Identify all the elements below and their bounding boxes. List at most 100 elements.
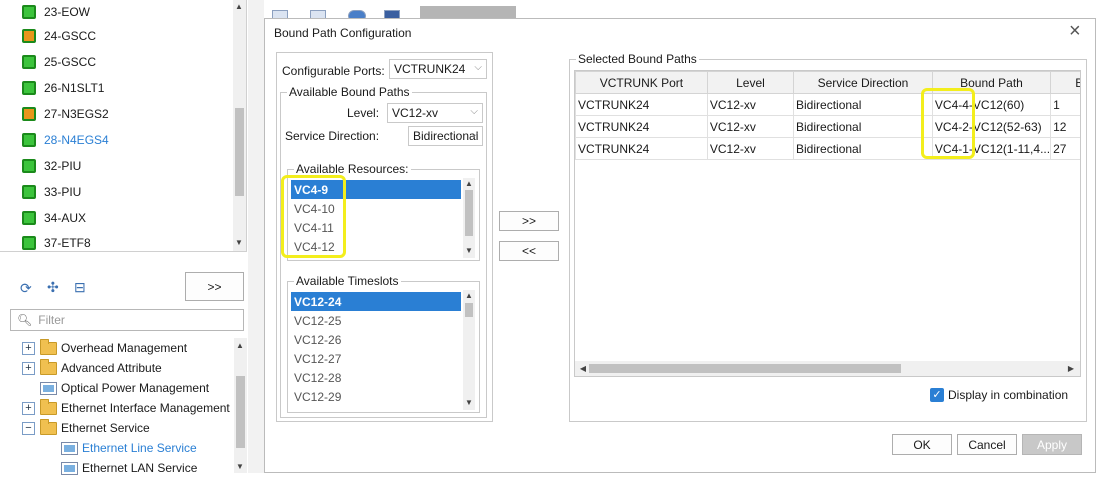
list-item[interactable]: VC12-26 bbox=[291, 330, 461, 349]
chevron-down-icon: ⌵ bbox=[470, 106, 478, 117]
tree-node[interactable]: + Overhead Management bbox=[22, 338, 187, 358]
level-label: Level: bbox=[347, 106, 380, 120]
collapse-icon[interactable]: − bbox=[22, 421, 35, 435]
board-item[interactable]: 26-N1SLT1 bbox=[22, 78, 104, 98]
tree-scrollbar[interactable]: ▲ ▼ bbox=[234, 338, 247, 473]
list-item[interactable]: VC12-30 bbox=[291, 406, 461, 411]
list-item[interactable]: VC12-28 bbox=[291, 368, 461, 387]
configurable-ports-select[interactable]: VCTRUNK24 ⌵ bbox=[389, 59, 487, 79]
filter-field[interactable]: 🔍︎ Filter bbox=[10, 309, 244, 331]
splitter[interactable] bbox=[248, 0, 264, 473]
table-cell: VCTRUNK24 bbox=[575, 93, 708, 116]
function-tree: + Overhead Management + Advanced Attribute O… bbox=[0, 336, 247, 475]
list-item[interactable]: VC12-25 bbox=[291, 311, 461, 330]
scroll-up-icon[interactable]: ▲ bbox=[463, 179, 475, 189]
table-row[interactable]: VCTRUNK24 VC12-xv Bidirectional VC4-4-VC12(… bbox=[575, 93, 1080, 116]
tree-node[interactable]: + Advanced Attribute bbox=[22, 358, 162, 378]
expand-icon[interactable]: + bbox=[22, 401, 35, 415]
board-status-icon bbox=[22, 236, 36, 250]
scroll-down-icon[interactable]: ▼ bbox=[234, 462, 246, 472]
board-item[interactable]: 23-EOW bbox=[22, 2, 90, 22]
cancel-button[interactable]: Cancel bbox=[957, 434, 1017, 455]
tree-toolbar: ⟳ ✣ ⊟ >> bbox=[0, 262, 247, 312]
selected-paths-table-wrap: VCTRUNK Port Level Service Direction Bound … bbox=[574, 70, 1081, 377]
scroll-down-icon[interactable]: ▼ bbox=[233, 238, 245, 248]
scroll-right-icon[interactable]: ▶ bbox=[1065, 364, 1077, 374]
scroll-thumb[interactable] bbox=[235, 108, 244, 196]
close-icon[interactable]: × bbox=[1069, 20, 1081, 43]
tree-node[interactable]: Ethernet LAN Service bbox=[61, 458, 197, 478]
board-status-icon bbox=[22, 159, 36, 173]
configurable-ports-value: VCTRUNK24 bbox=[394, 62, 466, 76]
tree-node-label: Ethernet Interface Management bbox=[61, 401, 230, 415]
available-resources-title: Available Resources: bbox=[294, 162, 411, 176]
table-row[interactable]: VCTRUNK24 VC12-xv Bidirectional VC4-2-VC12(… bbox=[575, 115, 1080, 138]
tree-node[interactable]: − Ethernet Service bbox=[22, 418, 150, 438]
apply-button[interactable]: Apply bbox=[1022, 434, 1082, 455]
scroll-left-icon[interactable]: ◀ bbox=[577, 364, 589, 374]
display-in-combination-checkbox[interactable]: ✓ bbox=[930, 388, 944, 402]
board-status-icon bbox=[22, 133, 36, 147]
column-header[interactable]: Level bbox=[706, 71, 795, 94]
board-label: 26-N1SLT1 bbox=[44, 81, 105, 95]
scroll-up-icon[interactable]: ▲ bbox=[234, 341, 246, 351]
service-direction-select[interactable]: Bidirectional ⌵ bbox=[408, 126, 483, 146]
expand-icon[interactable]: + bbox=[22, 341, 35, 355]
scroll-thumb[interactable] bbox=[465, 303, 473, 317]
board-list: 23-EOW 24-GSCC 25-GSCC 26-N1SLT1 27-N3EGS2 28… bbox=[0, 0, 247, 252]
table-cell: 12 bbox=[1050, 115, 1080, 138]
board-item[interactable]: 32-PIU bbox=[22, 156, 81, 176]
function-icon bbox=[40, 381, 57, 395]
add-button[interactable]: >> bbox=[499, 211, 559, 231]
tree-node[interactable]: Optical Power Management bbox=[40, 378, 209, 398]
horizontal-scrollbar[interactable]: ◀ ▶ bbox=[575, 361, 1080, 376]
board-item[interactable]: 34-AUX bbox=[22, 208, 86, 228]
collapse-all-icon[interactable]: ⊟ bbox=[74, 279, 86, 296]
column-header[interactable]: VCTRUNK Port bbox=[575, 71, 708, 94]
ok-button[interactable]: OK bbox=[892, 434, 952, 455]
folder-icon bbox=[40, 358, 57, 375]
service-direction-value: Bidirectional bbox=[413, 129, 479, 143]
available-timeslots-title: Available Timeslots bbox=[294, 274, 401, 288]
board-item[interactable]: 37-ETF8 bbox=[22, 233, 91, 251]
table-cell: VCTRUNK24 bbox=[575, 115, 708, 138]
remove-button[interactable]: << bbox=[499, 241, 559, 261]
board-item[interactable]: 24-GSCC bbox=[22, 26, 96, 46]
board-status-icon bbox=[22, 185, 36, 199]
filter-placeholder: Filter bbox=[38, 313, 65, 327]
resources-scrollbar[interactable]: ▲ ▼ bbox=[463, 178, 475, 258]
board-list-scrollbar[interactable]: ▲ ▼ bbox=[233, 0, 246, 251]
board-item[interactable]: 33-PIU bbox=[22, 182, 81, 202]
scroll-up-icon[interactable]: ▲ bbox=[233, 2, 245, 12]
column-header[interactable]: Bo bbox=[1050, 71, 1080, 94]
scroll-down-icon[interactable]: ▼ bbox=[463, 246, 475, 256]
folder-icon bbox=[40, 338, 57, 355]
expand-icon[interactable]: + bbox=[22, 361, 35, 375]
refresh-icon[interactable]: ⟳ bbox=[20, 280, 32, 297]
dialog-title: Bound Path Configuration bbox=[274, 26, 412, 40]
scroll-thumb[interactable] bbox=[465, 190, 473, 236]
level-select[interactable]: VC12-xv ⌵ bbox=[387, 103, 483, 123]
function-icon bbox=[61, 441, 78, 455]
list-item[interactable]: VC12-24 bbox=[291, 292, 461, 311]
tree-node[interactable]: Ethernet Line Service bbox=[61, 438, 197, 458]
scroll-down-icon[interactable]: ▼ bbox=[463, 398, 475, 408]
board-item[interactable]: 25-GSCC bbox=[22, 52, 96, 72]
scroll-up-icon[interactable]: ▲ bbox=[463, 291, 475, 301]
expand-panel-button[interactable]: >> bbox=[185, 272, 244, 301]
tree-node[interactable]: + Ethernet Interface Management bbox=[22, 398, 230, 418]
scroll-thumb[interactable] bbox=[236, 376, 245, 448]
scroll-thumb[interactable] bbox=[589, 364, 901, 373]
timeslots-scrollbar[interactable]: ▲ ▼ bbox=[463, 290, 475, 410]
tree-node-label: Ethernet Service bbox=[61, 421, 150, 435]
folder-icon bbox=[40, 418, 57, 435]
board-item[interactable]: 28-N4EGS4 bbox=[22, 130, 109, 150]
table-row[interactable]: VCTRUNK24 VC12-xv Bidirectional VC4-1-VC12(… bbox=[575, 137, 1080, 160]
list-item[interactable]: VC12-27 bbox=[291, 349, 461, 368]
board-item[interactable]: 27-N3EGS2 bbox=[22, 104, 109, 124]
column-header[interactable]: Service Direction bbox=[793, 71, 933, 94]
board-label: 28-N4EGS4 bbox=[44, 133, 109, 147]
list-item[interactable]: VC12-29 bbox=[291, 387, 461, 406]
expand-all-icon[interactable]: ✣ bbox=[47, 279, 59, 296]
bound-path-dialog: Bound Path Configuration × Configurable … bbox=[264, 18, 1096, 473]
